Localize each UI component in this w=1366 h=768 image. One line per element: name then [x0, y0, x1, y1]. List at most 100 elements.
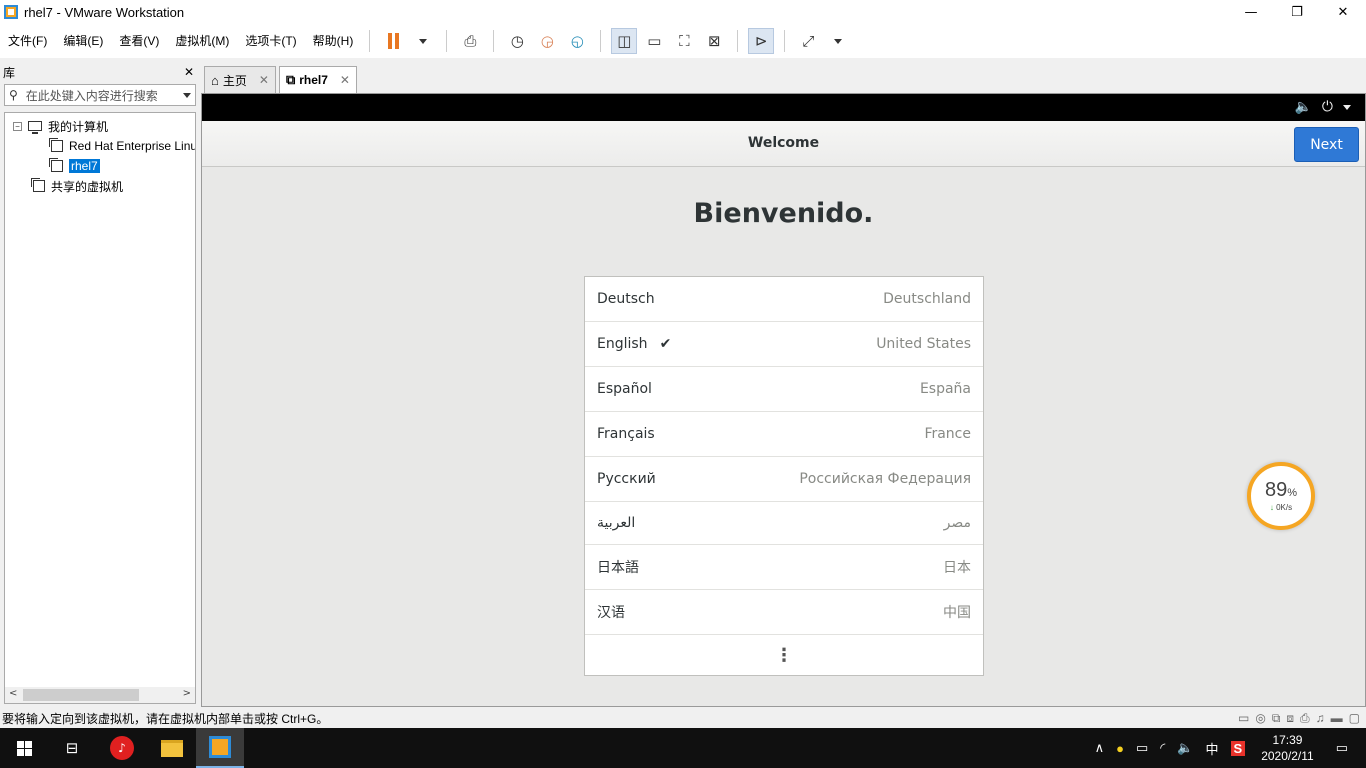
- menu-edit[interactable]: 编辑(E): [55, 24, 111, 58]
- start-button[interactable]: [0, 728, 48, 768]
- take-snapshot-button[interactable]: ◷: [504, 28, 530, 54]
- tree-item-vm-rhel-enterprise[interactable]: Red Hat Enterprise Linux: [49, 137, 195, 155]
- next-button[interactable]: Next: [1294, 127, 1359, 162]
- status-message: 要将输入定向到该虚拟机，请在虚拟机内部单击或按 Ctrl+G。: [2, 712, 329, 726]
- library-close-button[interactable]: ✕: [184, 65, 194, 79]
- language-region: 日本: [943, 560, 971, 576]
- home-icon: ⌂: [211, 72, 219, 88]
- unity-icon: ⊠: [708, 31, 721, 50]
- checkmark-icon: ✔: [659, 336, 672, 352]
- menu-file[interactable]: 文件(F): [0, 24, 55, 58]
- close-window-button[interactable]: ✕: [1320, 0, 1366, 24]
- hard-disk-icon[interactable]: ▭: [1238, 711, 1249, 726]
- menu-toolbar: 文件(F) 编辑(E) 查看(V) 虚拟机(M) 选项卡(T) 帮助(H) ⎙ …: [0, 24, 1366, 58]
- language-row-francais[interactable]: Français France: [585, 412, 983, 457]
- notification-icon[interactable]: ▭: [1336, 740, 1348, 756]
- power-icon: ⏻: [1321, 99, 1333, 115]
- wifi-icon[interactable]: ◜: [1160, 740, 1165, 756]
- message-log-icon[interactable]: ▢: [1349, 711, 1360, 726]
- display-icon[interactable]: ▬: [1331, 711, 1343, 726]
- stretch-dropdown-button[interactable]: [825, 28, 851, 54]
- clock[interactable]: 17:39 2020/2/11: [1261, 732, 1314, 764]
- tree-label: 共享的虚拟机: [51, 179, 124, 194]
- toolbar-separator: [369, 30, 371, 52]
- stretch-guest-button[interactable]: ⤢: [795, 28, 821, 54]
- chevron-down-icon[interactable]: [183, 92, 191, 98]
- library-horizontal-scrollbar[interactable]: < >: [5, 687, 195, 703]
- toolbar-separator: [784, 30, 786, 52]
- show-library-button[interactable]: ◫: [611, 28, 638, 54]
- full-screen-button[interactable]: ⛶: [671, 28, 697, 54]
- revert-snapshot-button[interactable]: ◶: [534, 28, 560, 54]
- language-name: Español: [597, 381, 652, 397]
- clock-date: 2020/2/11: [1261, 749, 1314, 763]
- computer-icon: [28, 121, 42, 134]
- tab-label: 主页: [222, 73, 247, 88]
- sogou-input-icon[interactable]: S: [1230, 740, 1246, 756]
- show-thumbnail-bar-button[interactable]: ▭: [641, 28, 667, 54]
- ime-indicator[interactable]: 中: [1206, 739, 1219, 758]
- speed-rate: ↓ 0K/s: [1269, 503, 1293, 512]
- vm-console[interactable]: 🔈 ⏻ Welcome Next Bienvenido. Deutsch Deu…: [201, 93, 1366, 707]
- toolbar-separator: [600, 30, 602, 52]
- printer-icon[interactable]: ⎙: [1300, 711, 1310, 726]
- menu-view[interactable]: 查看(V): [111, 24, 167, 58]
- maximize-button[interactable]: ❐: [1274, 0, 1320, 24]
- menu-help[interactable]: 帮助(H): [305, 24, 362, 58]
- tree-item-my-computer[interactable]: − 我的计算机: [13, 117, 108, 135]
- tab-home[interactable]: ⌂ 主页 ✕: [204, 66, 276, 93]
- minimize-button[interactable]: —: [1228, 0, 1274, 24]
- language-row-japanese[interactable]: 日本語 日本: [585, 545, 983, 590]
- network-speed-widget[interactable]: 89% ↓ 0K/s: [1247, 462, 1315, 530]
- snapshot-manager-button[interactable]: ◵: [564, 28, 590, 54]
- cd-dvd-icon[interactable]: ◎: [1255, 711, 1265, 726]
- library-tree: − 我的计算机 Red Hat Enterprise Linux rhel7 共…: [4, 112, 196, 704]
- netease-music-taskbar-button[interactable]: ♪: [98, 728, 146, 768]
- page-title: Welcome: [747, 135, 820, 151]
- library-header: 库 ✕: [0, 62, 200, 82]
- usb-icon[interactable]: ⧈: [1286, 711, 1294, 726]
- task-view-button[interactable]: ⊟: [48, 728, 96, 768]
- language-region: Российская Федерация: [799, 471, 971, 487]
- vmware-taskbar-button[interactable]: [196, 728, 244, 768]
- language-row-english[interactable]: English ✔ United States: [585, 322, 983, 367]
- toolbar-separator: [493, 30, 495, 52]
- more-languages-button[interactable]: ⋮: [585, 635, 983, 676]
- windows-taskbar: ⊟ ♪ ∧ ● ▭ ◜ 🔈 中 S 17:39 2020/2/11 ▭: [0, 728, 1366, 768]
- suspend-button[interactable]: [380, 28, 406, 54]
- close-tab-icon[interactable]: ✕: [259, 73, 269, 87]
- menu-tabs[interactable]: 选项卡(T): [237, 24, 304, 58]
- tray-expand-icon[interactable]: ∧: [1095, 740, 1105, 756]
- close-tab-icon[interactable]: ✕: [340, 73, 350, 87]
- unity-button[interactable]: ⊠: [701, 28, 727, 54]
- tree-item-vm-rhel7[interactable]: rhel7: [49, 157, 100, 175]
- language-row-deutsch[interactable]: Deutsch Deutschland: [585, 277, 983, 322]
- tab-rhel7[interactable]: ⧉ rhel7 ✕: [278, 66, 357, 93]
- language-row-arabic[interactable]: العربية مصر: [585, 502, 983, 545]
- power-dropdown-button[interactable]: [410, 28, 436, 54]
- more-icon: ⋮: [775, 645, 793, 666]
- scroll-right-icon[interactable]: >: [183, 688, 191, 699]
- network-adapter-icon[interactable]: ⧉: [1272, 711, 1281, 726]
- scroll-left-icon[interactable]: <: [9, 688, 17, 699]
- volume-icon[interactable]: 🔈: [1177, 740, 1193, 756]
- sound-card-icon[interactable]: ♫: [1316, 711, 1325, 726]
- vm-tab-icon: ⧉: [285, 72, 296, 87]
- language-row-russian[interactable]: Русский Российская Федерация: [585, 457, 983, 502]
- send-ctrl-alt-del-button[interactable]: ⎙: [457, 28, 483, 54]
- menu-vm[interactable]: 虚拟机(M): [167, 24, 237, 58]
- scrollbar-thumb[interactable]: [23, 689, 139, 701]
- language-row-espanol[interactable]: Español España: [585, 367, 983, 412]
- tree-item-shared-vms[interactable]: 共享的虚拟机: [31, 177, 124, 195]
- tab-label: rhel7: [299, 73, 328, 87]
- battery-icon[interactable]: ▭: [1136, 740, 1148, 756]
- pause-icon: [387, 33, 399, 49]
- guest-status-area[interactable]: 🔈 ⏻: [1294, 99, 1351, 115]
- vmware-icon: [209, 736, 231, 758]
- console-view-button[interactable]: ⊳: [748, 28, 775, 54]
- file-explorer-taskbar-button[interactable]: [148, 728, 196, 768]
- language-row-chinese[interactable]: 汉语 中国: [585, 590, 983, 635]
- tray-app-icon[interactable]: ●: [1116, 741, 1124, 756]
- collapse-icon[interactable]: −: [13, 121, 22, 131]
- library-search-input[interactable]: ⚲ 在此处键入内容进行搜索: [4, 84, 196, 106]
